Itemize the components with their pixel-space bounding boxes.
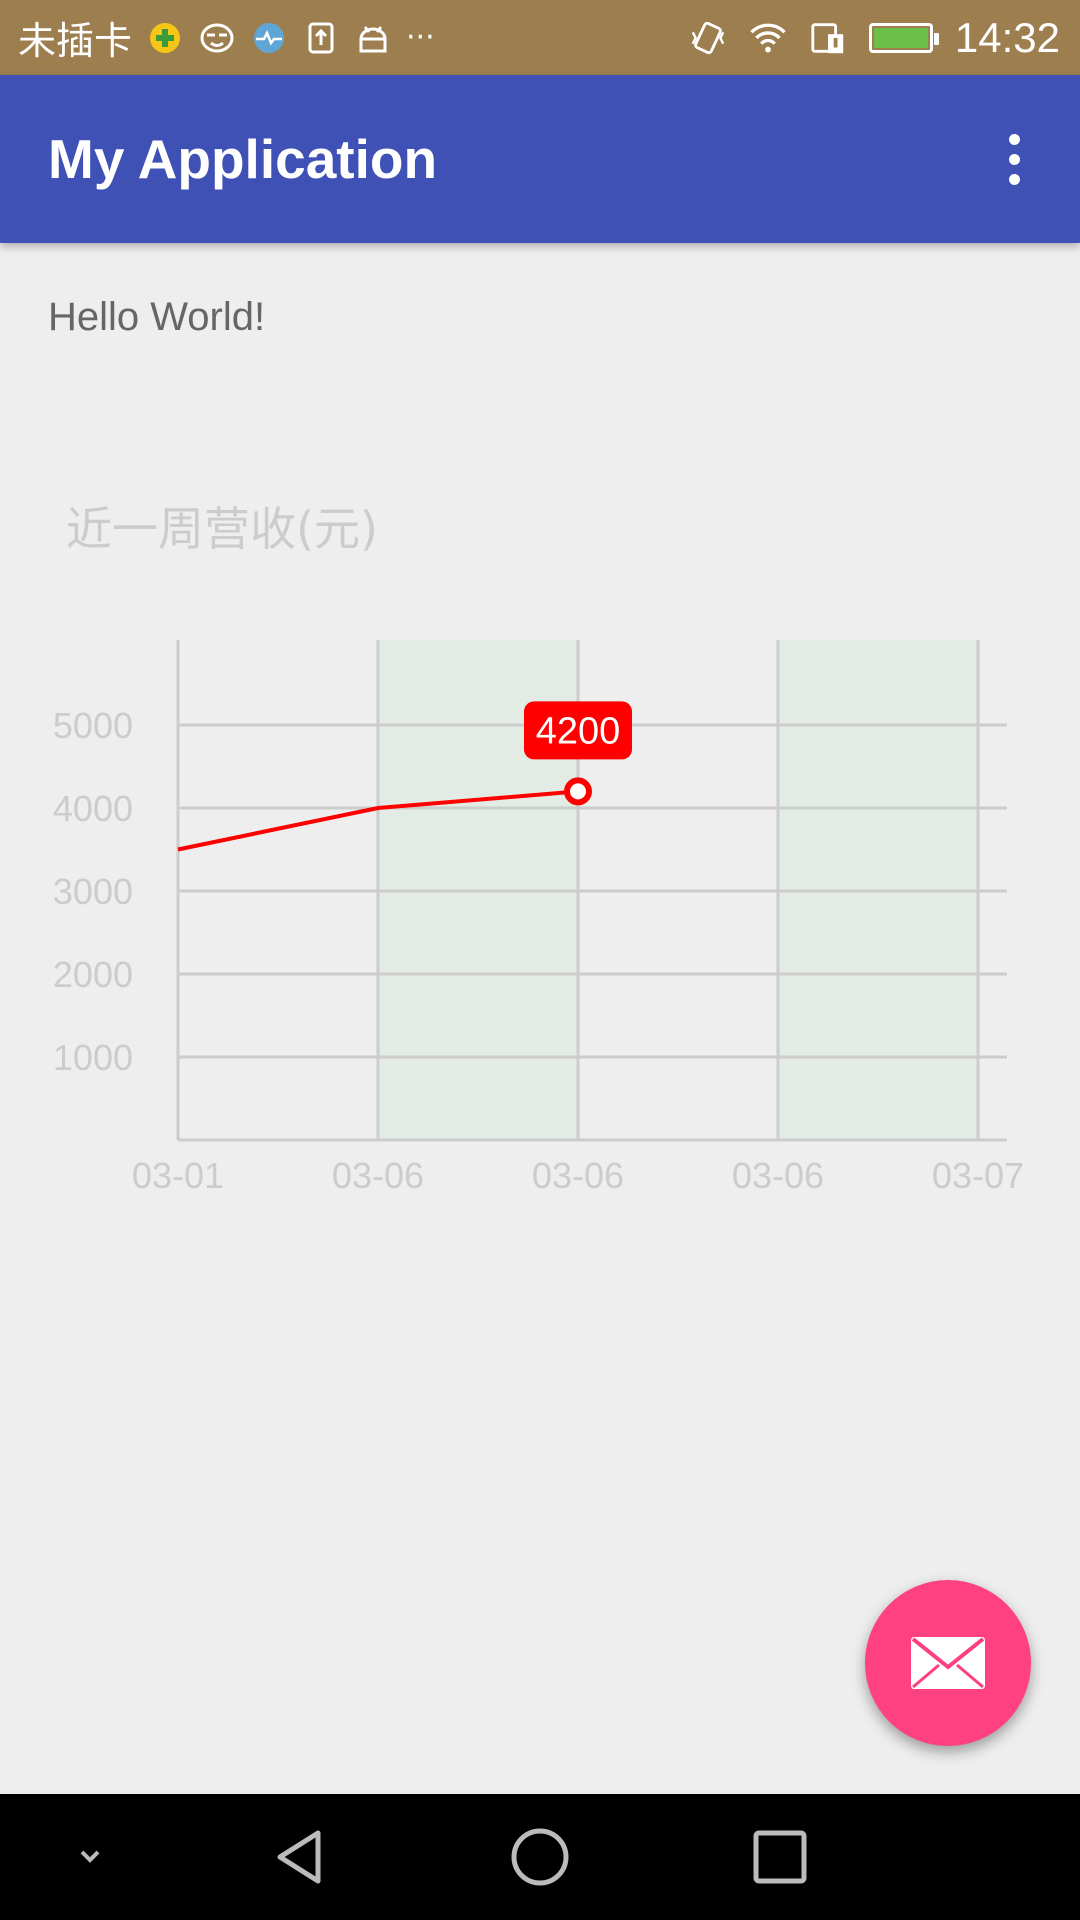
status-left: 未插卡 ··· bbox=[18, 0, 435, 75]
status-right: 14:32 bbox=[689, 0, 1060, 75]
highlight-point bbox=[564, 777, 592, 806]
y-tick-label: 4000 bbox=[53, 788, 133, 829]
carrier-label: 未插卡 bbox=[18, 19, 133, 63]
home-button[interactable] bbox=[490, 1794, 590, 1920]
plus-app-icon bbox=[146, 19, 184, 57]
battery-icon bbox=[868, 22, 939, 53]
recents-square-icon bbox=[753, 1830, 807, 1884]
x-tick-label: 03-06 bbox=[532, 1155, 624, 1196]
y-tick-label: 3000 bbox=[53, 871, 133, 912]
sim-icon bbox=[809, 19, 847, 57]
android-icon bbox=[354, 19, 392, 57]
clock: 14:32 bbox=[954, 13, 1060, 61]
app-title: My Application bbox=[48, 128, 438, 190]
chart-title: 近一周营收(元) bbox=[66, 502, 378, 556]
line-chart: 5000 4000 3000 2000 1000 03-01 03-06 03-06 03-06… bbox=[53, 640, 1024, 1196]
x-tick-label: 03-06 bbox=[332, 1155, 424, 1196]
y-tick-label: 5000 bbox=[53, 705, 133, 746]
home-circle-icon bbox=[511, 1828, 569, 1886]
navigation-bar bbox=[0, 1794, 1080, 1920]
more-vert-icon-dot bbox=[1008, 173, 1020, 185]
y-tick-label: 1000 bbox=[53, 1037, 133, 1078]
mail-fab-button[interactable] bbox=[865, 1580, 1031, 1746]
wifi-icon bbox=[749, 19, 787, 57]
more-vert-icon-dot bbox=[1008, 153, 1020, 165]
chevron-down-icon bbox=[80, 1850, 100, 1863]
hide-nav-button[interactable] bbox=[40, 1794, 140, 1920]
status-bar: 未插卡 ··· 14:32 bbox=[0, 0, 1080, 75]
mail-icon bbox=[911, 1637, 985, 1689]
more-vert-icon bbox=[1008, 133, 1020, 145]
x-tick-label: 03-01 bbox=[132, 1155, 224, 1196]
face-icon bbox=[198, 19, 236, 57]
health-icon bbox=[250, 19, 288, 57]
upload-icon bbox=[302, 19, 340, 57]
more-notifications-label: ··· bbox=[406, 20, 435, 55]
x-tick-label: 03-06 bbox=[732, 1155, 824, 1196]
back-button[interactable] bbox=[250, 1794, 350, 1920]
back-triangle-icon bbox=[277, 1830, 321, 1884]
x-tick-label: 03-07 bbox=[932, 1155, 1024, 1196]
hello-text: Hello World! bbox=[48, 295, 266, 339]
recents-button[interactable] bbox=[730, 1794, 830, 1920]
y-tick-label: 2000 bbox=[53, 954, 133, 995]
more-options-button[interactable] bbox=[978, 119, 1050, 199]
vibrate-icon bbox=[689, 19, 727, 57]
highlight-label: 4200 bbox=[536, 710, 621, 752]
app-bar: My Application bbox=[0, 75, 1080, 243]
